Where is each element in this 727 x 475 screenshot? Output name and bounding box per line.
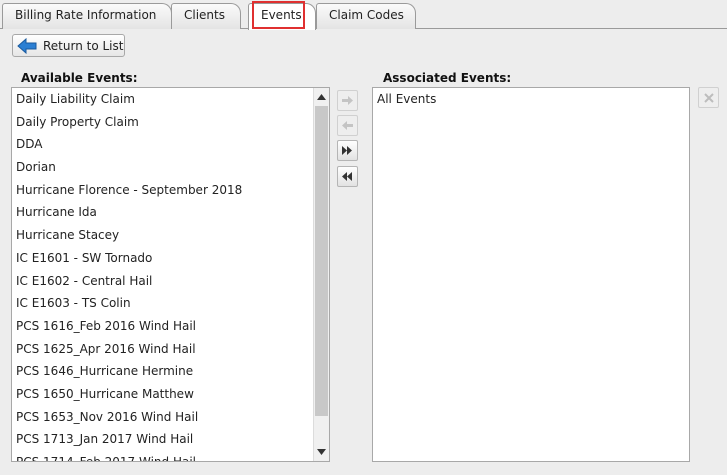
scroll-up-icon[interactable] [314,89,329,105]
available-event-item[interactable]: DDA [12,133,329,156]
tab-clients[interactable]: Clients [171,3,241,29]
arrow-left-icon [342,121,353,130]
scroll-thumb[interactable] [315,106,328,416]
associated-events-heading: Associated Events: [383,71,512,85]
clear-associated-button[interactable] [698,87,719,108]
available-event-item[interactable]: PCS 1646_Hurricane Hermine [12,360,329,383]
available-events-scrollbar[interactable] [313,88,329,461]
available-event-item[interactable]: Daily Liability Claim [12,88,329,111]
available-event-item[interactable]: Daily Property Claim [12,111,329,134]
tab-billing-rate-information[interactable]: Billing Rate Information [2,3,172,29]
available-event-item[interactable]: IC E1602 - Central Hail [12,270,329,293]
tab-claim-codes[interactable]: Claim Codes [316,3,416,29]
available-event-item[interactable]: PCS 1625_Apr 2016 Wind Hail [12,338,329,361]
tab-bar: Billing Rate Information Clients Events … [0,0,727,30]
available-event-item[interactable]: IC E1601 - SW Tornado [12,247,329,270]
associated-events-items: All Events [373,88,689,111]
available-event-item[interactable]: Hurricane Florence - September 2018 [12,179,329,202]
available-event-item[interactable]: PCS 1650_Hurricane Matthew [12,383,329,406]
scroll-down-icon[interactable] [314,444,329,460]
remove-all-button[interactable] [337,166,358,187]
available-events-list[interactable]: Daily Liability Claim Daily Property Clai… [11,87,330,462]
back-arrow-icon [17,37,37,54]
remove-selected-button[interactable] [337,115,358,136]
add-all-button[interactable] [337,140,358,161]
double-chevron-right-icon [342,146,352,155]
associated-event-item[interactable]: All Events [373,88,689,111]
available-event-item[interactable]: PCS 1616_Feb 2016 Wind Hail [12,315,329,338]
available-events-items: Daily Liability Claim Daily Property Clai… [12,88,329,461]
return-to-list-label: Return to List [43,38,124,53]
add-selected-button[interactable] [337,90,358,111]
available-event-item[interactable]: IC E1603 - TS Colin [12,292,329,315]
events-tab-highlight [252,1,305,29]
arrow-right-icon [342,96,353,105]
available-event-item[interactable]: Hurricane Stacey [12,224,329,247]
available-event-item[interactable]: Hurricane Ida [12,201,329,224]
return-to-list-button[interactable]: Return to List [12,34,125,57]
events-page: Billing Rate Information Clients Events … [0,0,727,475]
available-events-heading: Available Events: [21,71,138,85]
associated-events-list[interactable]: All Events [372,87,690,462]
available-event-item[interactable]: Dorian [12,156,329,179]
available-event-item[interactable]: PCS 1714_Feb 2017 Wind Hail [12,451,329,461]
close-icon [703,92,714,103]
available-event-item[interactable]: PCS 1653_Nov 2016 Wind Hail [12,406,329,429]
double-chevron-left-icon [342,172,352,181]
available-event-item[interactable]: PCS 1713_Jan 2017 Wind Hail [12,428,329,451]
